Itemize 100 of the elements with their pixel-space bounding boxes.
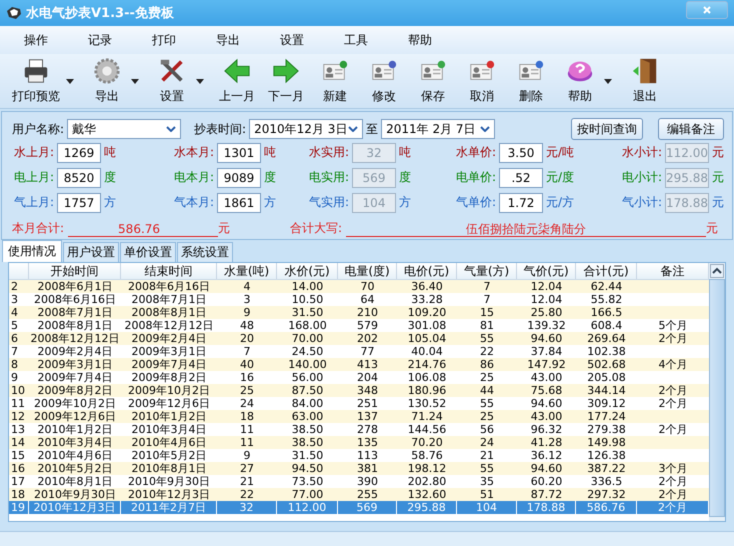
table-row[interactable]: 18 2010年9月30日 2010年12月3日 22 77.00 255 132.60 51 87.72 297.32 2个月 xyxy=(9,488,709,501)
column-header[interactable]: 气量(方) xyxy=(457,263,517,279)
table-row[interactable]: 12 2009年12月6日 2010年1月2日 18 63.00 137 71.24 25 43.00 177.24 xyxy=(9,410,709,423)
table-cell-text: 31.50 xyxy=(290,449,324,462)
meter-input[interactable]: .52 xyxy=(499,168,543,188)
column-header[interactable]: 结束时间 xyxy=(121,263,217,279)
toolbar-button[interactable]: 打印预览 xyxy=(8,57,64,105)
table-row[interactable]: 10 2009年8月2日 2009年10月2日 25 87.50 348 180.96 44 75.68 344.14 2个月 xyxy=(9,384,709,397)
table-cell-text: 336.5 xyxy=(590,475,624,488)
meter-input[interactable]: 1.72 xyxy=(499,192,543,212)
table-cell-text: 2010年8月1日 xyxy=(36,475,114,488)
table-cell-text: 180.96 xyxy=(406,384,448,397)
table-row[interactable]: 16 2010年5月2日 2010年8月1日 27 94.50 381 198.12 55 94.60 387.22 3个月 xyxy=(9,462,709,475)
toolbar-button[interactable]: 取消 xyxy=(460,57,504,105)
date-picker[interactable]: 2010年12月 3日 xyxy=(249,119,364,139)
toolbar-button[interactable]: 设置 xyxy=(150,57,194,105)
menu-item[interactable]: 工具 xyxy=(344,32,368,48)
table-cell-text: 25 xyxy=(479,410,495,423)
table-row[interactable]: 2 2008年6月1日 2008年6月16日 4 14.00 70 36.40 7 12.04 62.44 xyxy=(9,280,709,293)
table-cell-text: 2008年7月1日 xyxy=(36,306,114,319)
table-cell-text: 348 xyxy=(356,384,379,397)
scroll-up-icon[interactable] xyxy=(710,264,724,278)
meter-label: 水本月: xyxy=(172,144,214,161)
table-cell-text: 70.20 xyxy=(410,436,444,449)
table-cell-text: 94.60 xyxy=(530,462,564,475)
table-cell-text: 4个月 xyxy=(658,358,688,371)
table-cell-text: 2009年12月6日 xyxy=(33,410,117,423)
toolbar-button[interactable]: 下一月 xyxy=(264,57,308,105)
menu-item[interactable]: 打印 xyxy=(152,32,176,48)
table-cell-text: 8 xyxy=(10,358,19,371)
column-header[interactable]: 气价(元) xyxy=(517,263,576,279)
table-cell-text: 205.08 xyxy=(586,371,627,384)
meter-input[interactable]: 1861 xyxy=(217,192,261,212)
menu-item[interactable]: 导出 xyxy=(216,32,240,48)
table-cell-text: 36.12 xyxy=(530,449,564,462)
meter-input[interactable]: 1301 xyxy=(217,142,261,162)
table-cell-text: 147.92 xyxy=(526,358,567,371)
table-cell-text: 381 xyxy=(356,462,379,475)
tab[interactable]: 系统设置 xyxy=(177,242,233,262)
query-button[interactable]: 按时间查询 xyxy=(571,118,643,140)
toolbar-button[interactable]: 修改 xyxy=(362,57,406,105)
table-cell-text: 105.04 xyxy=(406,332,448,345)
table-row[interactable]: 6 2008年12月12日 2009年2月4日 20 70.00 202 105.04 55 94.60 269.64 2个月 xyxy=(9,332,709,345)
dropdown-caret-icon[interactable] xyxy=(196,78,204,84)
table-cell-text: 87.50 xyxy=(290,384,324,397)
menu-item[interactable]: 设置 xyxy=(280,32,304,48)
table-cell-text: 255 xyxy=(356,488,379,501)
meter-input[interactable]: 8520 xyxy=(57,168,101,188)
column-header[interactable]: 水价(元) xyxy=(277,263,338,279)
column-header[interactable]: 合计(元) xyxy=(576,263,637,279)
unit-label: 元/度 xyxy=(546,169,574,186)
table-cell-text: 35 xyxy=(479,475,495,488)
meter-label: 电上月: xyxy=(12,169,54,186)
user-name-combo[interactable]: 戴华 xyxy=(67,119,182,139)
query-button[interactable]: 编辑备注 xyxy=(658,118,724,140)
toolbar-button[interactable]: 新建 xyxy=(313,57,357,105)
tab[interactable]: 用户设置 xyxy=(63,242,119,262)
table-cell-text: 3 xyxy=(242,293,252,306)
table-cell-text: 387.22 xyxy=(586,462,627,475)
unit-label: 元 xyxy=(712,144,724,161)
toolbar-button[interactable]: 帮助 xyxy=(558,57,602,105)
toolbar-button[interactable]: 导出 xyxy=(85,57,129,105)
column-header[interactable]: 开始时间 xyxy=(29,263,121,279)
toolbar-button[interactable]: 删除 xyxy=(509,57,553,105)
table-cell-text: 56.00 xyxy=(290,371,324,384)
table-cell-text: 62.44 xyxy=(590,280,624,293)
meter-input[interactable]: 9089 xyxy=(217,168,261,188)
table-row[interactable]: 4 2008年7月1日 2008年8月1日 9 31.50 210 109.20 15 25.80 166.5 xyxy=(9,306,709,319)
table-cell-text: 38.50 xyxy=(290,423,324,436)
field-label: 用户名称: xyxy=(12,120,64,138)
menu-item[interactable]: 记录 xyxy=(88,32,112,48)
meter-input[interactable]: 3.50 xyxy=(499,142,543,162)
table-cell-text: 2009年7月4日 xyxy=(130,358,208,371)
column-header[interactable]: 电量(度) xyxy=(338,263,397,279)
toolbar-button[interactable]: 上一月 xyxy=(215,57,259,105)
dropdown-caret-icon[interactable] xyxy=(66,78,74,84)
tab[interactable]: 使用情况 xyxy=(2,240,62,262)
table-cell-text: 2010年1月2日 xyxy=(130,410,208,423)
table-row[interactable]: 8 2009年3月1日 2009年7月4日 40 140.00 413 214.76 86 147.92 502.68 4个月 xyxy=(9,358,709,371)
table-cell-text: 94.50 xyxy=(290,462,324,475)
column-header[interactable]: 水量(吨) xyxy=(217,263,277,279)
date-picker[interactable]: 2011年 2月 7日 xyxy=(381,119,496,139)
column-header[interactable]: 电价(元) xyxy=(397,263,457,279)
menu-item[interactable]: 操作 xyxy=(24,32,48,48)
dropdown-caret-icon[interactable] xyxy=(604,78,612,84)
table-cell-text: 177.24 xyxy=(586,410,627,423)
meter-input[interactable]: 1269 xyxy=(57,142,101,162)
table-row[interactable]: 14 2010年3月4日 2010年4月6日 11 38.50 135 70.20 24 41.28 149.98 xyxy=(9,436,709,449)
meter-input[interactable]: 1757 xyxy=(57,192,101,212)
table-cell-text: 279.38 xyxy=(586,423,627,436)
table-cell-text: 11 xyxy=(10,397,26,410)
tab[interactable]: 单价设置 xyxy=(120,242,176,262)
toolbar-button[interactable]: 保存 xyxy=(411,57,455,105)
table-cell-text: 2个月 xyxy=(658,332,688,345)
close-icon xyxy=(702,5,712,15)
scrollbar[interactable] xyxy=(709,263,725,521)
toolbar-button[interactable]: 退出 xyxy=(623,57,667,105)
table-cell-text: 38.50 xyxy=(290,436,324,449)
dropdown-caret-icon[interactable] xyxy=(131,78,139,84)
menu-item[interactable]: 帮助 xyxy=(408,32,432,48)
